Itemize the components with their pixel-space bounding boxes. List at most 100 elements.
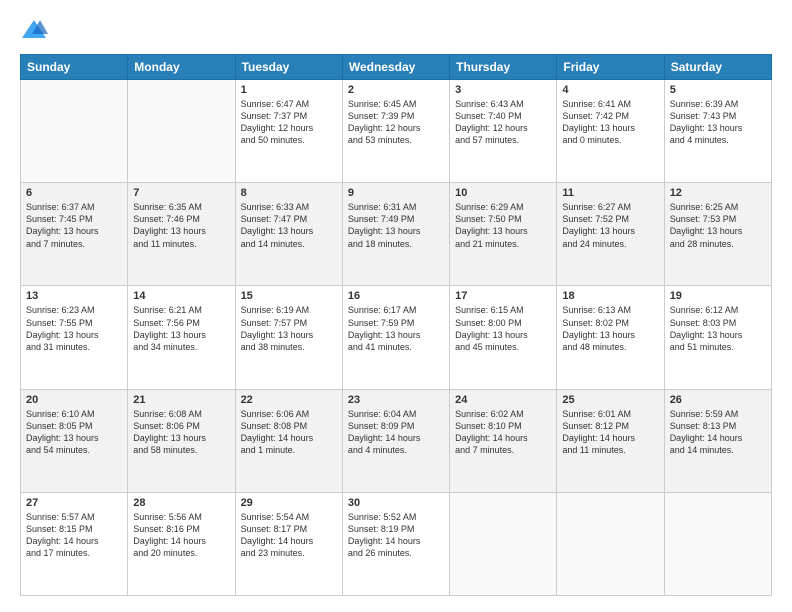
cell-info: Sunrise: 6:06 AM Sunset: 8:08 PM Dayligh…	[241, 408, 337, 457]
calendar-cell: 19 Sunrise: 6:12 AM Sunset: 8:03 PM Dayli…	[664, 286, 771, 389]
calendar-cell: 14 Sunrise: 6:21 AM Sunset: 7:56 PM Dayli…	[128, 286, 235, 389]
weekday-header-thursday: Thursday	[450, 55, 557, 80]
cell-info: Sunrise: 6:19 AM Sunset: 7:57 PM Dayligh…	[241, 304, 337, 353]
calendar-cell: 18 Sunrise: 6:13 AM Sunset: 8:02 PM Dayli…	[557, 286, 664, 389]
cell-info: Sunrise: 6:33 AM Sunset: 7:47 PM Dayligh…	[241, 201, 337, 250]
cell-info: Sunrise: 6:15 AM Sunset: 8:00 PM Dayligh…	[455, 304, 551, 353]
weekday-header-friday: Friday	[557, 55, 664, 80]
day-number: 8	[241, 187, 337, 199]
cell-info: Sunrise: 6:29 AM Sunset: 7:50 PM Dayligh…	[455, 201, 551, 250]
page: SundayMondayTuesdayWednesdayThursdayFrid…	[0, 0, 792, 612]
cell-info: Sunrise: 5:59 AM Sunset: 8:13 PM Dayligh…	[670, 408, 766, 457]
calendar-cell	[450, 492, 557, 595]
cell-info: Sunrise: 6:13 AM Sunset: 8:02 PM Dayligh…	[562, 304, 658, 353]
calendar-cell: 15 Sunrise: 6:19 AM Sunset: 7:57 PM Dayli…	[235, 286, 342, 389]
day-number: 29	[241, 497, 337, 509]
calendar-cell: 8 Sunrise: 6:33 AM Sunset: 7:47 PM Daylig…	[235, 183, 342, 286]
calendar-cell: 24 Sunrise: 6:02 AM Sunset: 8:10 PM Dayli…	[450, 389, 557, 492]
calendar-cell	[557, 492, 664, 595]
calendar-cell: 13 Sunrise: 6:23 AM Sunset: 7:55 PM Dayli…	[21, 286, 128, 389]
calendar-cell: 25 Sunrise: 6:01 AM Sunset: 8:12 PM Dayli…	[557, 389, 664, 492]
cell-info: Sunrise: 6:21 AM Sunset: 7:56 PM Dayligh…	[133, 304, 229, 353]
logo-icon	[20, 16, 48, 44]
day-number: 15	[241, 290, 337, 302]
calendar-cell: 10 Sunrise: 6:29 AM Sunset: 7:50 PM Dayli…	[450, 183, 557, 286]
calendar-cell: 23Sunrise: 6:04 AM Sunset: 8:09 PM Dayli…	[342, 389, 449, 492]
week-row-0: 1Sunrise: 6:47 AM Sunset: 7:37 PM Daylig…	[21, 80, 772, 183]
day-number: 12	[670, 187, 766, 199]
calendar-cell: 11Sunrise: 6:27 AM Sunset: 7:52 PM Dayli…	[557, 183, 664, 286]
day-number: 11	[562, 187, 658, 199]
calendar-cell: 4Sunrise: 6:41 AM Sunset: 7:42 PM Daylig…	[557, 80, 664, 183]
calendar-cell: 27 Sunrise: 5:57 AM Sunset: 8:15 PM Dayli…	[21, 492, 128, 595]
day-number: 24	[455, 394, 551, 406]
cell-info: Sunrise: 6:08 AM Sunset: 8:06 PM Dayligh…	[133, 408, 229, 457]
day-number: 25	[562, 394, 658, 406]
calendar-cell: 17Sunrise: 6:15 AM Sunset: 8:00 PM Dayli…	[450, 286, 557, 389]
week-row-2: 13 Sunrise: 6:23 AM Sunset: 7:55 PM Dayli…	[21, 286, 772, 389]
calendar-cell: 20 Sunrise: 6:10 AM Sunset: 8:05 PM Dayli…	[21, 389, 128, 492]
calendar-cell: 26 Sunrise: 5:59 AM Sunset: 8:13 PM Dayli…	[664, 389, 771, 492]
cell-info: Sunrise: 6:41 AM Sunset: 7:42 PM Dayligh…	[562, 98, 658, 147]
day-number: 2	[348, 84, 444, 96]
calendar-table: SundayMondayTuesdayWednesdayThursdayFrid…	[20, 54, 772, 596]
cell-info: Sunrise: 6:10 AM Sunset: 8:05 PM Dayligh…	[26, 408, 122, 457]
calendar-cell: 12 Sunrise: 6:25 AM Sunset: 7:53 PM Dayli…	[664, 183, 771, 286]
day-number: 16	[348, 290, 444, 302]
cell-info: Sunrise: 6:01 AM Sunset: 8:12 PM Dayligh…	[562, 408, 658, 457]
logo	[20, 16, 50, 44]
cell-info: Sunrise: 6:02 AM Sunset: 8:10 PM Dayligh…	[455, 408, 551, 457]
day-number: 14	[133, 290, 229, 302]
week-row-4: 27 Sunrise: 5:57 AM Sunset: 8:15 PM Dayli…	[21, 492, 772, 595]
calendar-cell	[128, 80, 235, 183]
calendar-cell: 22 Sunrise: 6:06 AM Sunset: 8:08 PM Dayli…	[235, 389, 342, 492]
calendar-cell: 29 Sunrise: 5:54 AM Sunset: 8:17 PM Dayli…	[235, 492, 342, 595]
calendar-cell: 6Sunrise: 6:37 AM Sunset: 7:45 PM Daylig…	[21, 183, 128, 286]
week-row-1: 6Sunrise: 6:37 AM Sunset: 7:45 PM Daylig…	[21, 183, 772, 286]
calendar-cell: 7 Sunrise: 6:35 AM Sunset: 7:46 PM Daylig…	[128, 183, 235, 286]
day-number: 22	[241, 394, 337, 406]
day-number: 7	[133, 187, 229, 199]
day-number: 21	[133, 394, 229, 406]
weekday-header-sunday: Sunday	[21, 55, 128, 80]
cell-info: Sunrise: 5:52 AM Sunset: 8:19 PM Dayligh…	[348, 511, 444, 560]
day-number: 13	[26, 290, 122, 302]
cell-info: Sunrise: 6:12 AM Sunset: 8:03 PM Dayligh…	[670, 304, 766, 353]
day-number: 10	[455, 187, 551, 199]
calendar-cell: 30 Sunrise: 5:52 AM Sunset: 8:19 PM Dayli…	[342, 492, 449, 595]
calendar-cell: 5 Sunrise: 6:39 AM Sunset: 7:43 PM Daylig…	[664, 80, 771, 183]
weekday-header-saturday: Saturday	[664, 55, 771, 80]
day-number: 28	[133, 497, 229, 509]
calendar-cell: 21 Sunrise: 6:08 AM Sunset: 8:06 PM Dayli…	[128, 389, 235, 492]
calendar-cell: 16 Sunrise: 6:17 AM Sunset: 7:59 PM Dayli…	[342, 286, 449, 389]
calendar-cell: 28 Sunrise: 5:56 AM Sunset: 8:16 PM Dayli…	[128, 492, 235, 595]
header	[20, 16, 772, 44]
cell-info: Sunrise: 6:31 AM Sunset: 7:49 PM Dayligh…	[348, 201, 444, 250]
cell-info: Sunrise: 6:17 AM Sunset: 7:59 PM Dayligh…	[348, 304, 444, 353]
cell-info: Sunrise: 6:39 AM Sunset: 7:43 PM Dayligh…	[670, 98, 766, 147]
calendar-cell	[21, 80, 128, 183]
cell-info: Sunrise: 6:23 AM Sunset: 7:55 PM Dayligh…	[26, 304, 122, 353]
cell-info: Sunrise: 5:56 AM Sunset: 8:16 PM Dayligh…	[133, 511, 229, 560]
cell-info: Sunrise: 6:35 AM Sunset: 7:46 PM Dayligh…	[133, 201, 229, 250]
day-number: 18	[562, 290, 658, 302]
day-number: 5	[670, 84, 766, 96]
calendar-cell	[664, 492, 771, 595]
day-number: 20	[26, 394, 122, 406]
weekday-header-tuesday: Tuesday	[235, 55, 342, 80]
weekday-header-monday: Monday	[128, 55, 235, 80]
day-number: 30	[348, 497, 444, 509]
day-number: 9	[348, 187, 444, 199]
cell-info: Sunrise: 5:57 AM Sunset: 8:15 PM Dayligh…	[26, 511, 122, 560]
calendar-cell: 3 Sunrise: 6:43 AM Sunset: 7:40 PM Daylig…	[450, 80, 557, 183]
cell-info: Sunrise: 6:25 AM Sunset: 7:53 PM Dayligh…	[670, 201, 766, 250]
cell-info: Sunrise: 5:54 AM Sunset: 8:17 PM Dayligh…	[241, 511, 337, 560]
cell-info: Sunrise: 6:47 AM Sunset: 7:37 PM Dayligh…	[241, 98, 337, 147]
weekday-header-row: SundayMondayTuesdayWednesdayThursdayFrid…	[21, 55, 772, 80]
day-number: 26	[670, 394, 766, 406]
day-number: 27	[26, 497, 122, 509]
calendar-cell: 9 Sunrise: 6:31 AM Sunset: 7:49 PM Daylig…	[342, 183, 449, 286]
cell-info: Sunrise: 6:43 AM Sunset: 7:40 PM Dayligh…	[455, 98, 551, 147]
day-number: 19	[670, 290, 766, 302]
day-number: 3	[455, 84, 551, 96]
